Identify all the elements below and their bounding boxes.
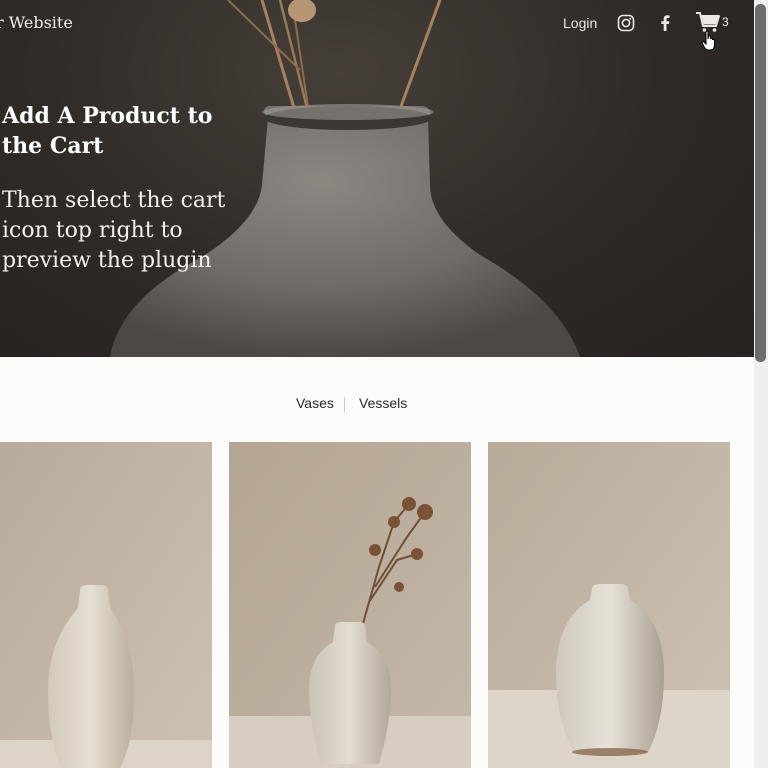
product-card[interactable]	[0, 442, 212, 768]
category-vessels[interactable]: Vessels	[359, 395, 407, 411]
product-image-cream-vase[interactable]	[0, 442, 212, 768]
site-title[interactable]: r Website	[0, 13, 73, 32]
facebook-icon[interactable]	[657, 14, 673, 32]
product-image-vase-dried-flowers[interactable]	[229, 442, 471, 768]
pointer-cursor-icon	[701, 30, 719, 52]
hero-banner: r Website Login 3 Add A Product to the C…	[0, 0, 754, 357]
instagram-icon[interactable]	[617, 14, 635, 32]
hero-heading: Add A Product to the Cart	[2, 103, 213, 159]
category-divider	[344, 397, 345, 412]
category-nav: Vases Vessels	[0, 395, 754, 415]
product-card[interactable]	[488, 442, 730, 768]
hero-vase-image	[110, 0, 580, 357]
hero-subtext: Then select the cart icon top right to p…	[2, 188, 226, 273]
cart-count-badge: 3	[722, 15, 729, 29]
product-card[interactable]	[229, 442, 471, 768]
scrollbar-thumb[interactable]	[755, 4, 766, 362]
login-link[interactable]: Login	[563, 15, 597, 31]
category-vases[interactable]: Vases	[296, 395, 334, 411]
product-image-speckled-vase[interactable]	[488, 442, 730, 768]
